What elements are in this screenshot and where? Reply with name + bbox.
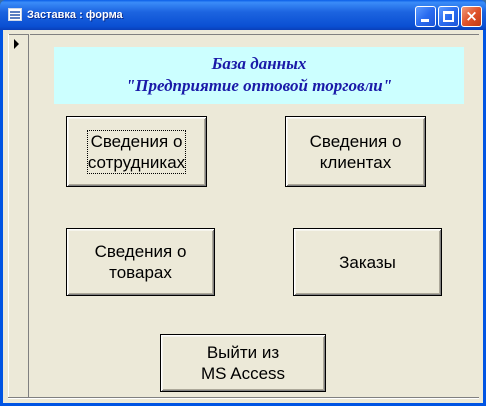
form-detail-section: База данных "Предприятие оптовой торговл… bbox=[30, 34, 479, 399]
close-icon: × bbox=[465, 7, 478, 25]
window-title: Заставка : форма bbox=[27, 9, 123, 21]
goods-button-label: Сведения о товарах bbox=[94, 242, 187, 282]
goods-button[interactable]: Сведения о товарах bbox=[66, 228, 215, 296]
orders-button[interactable]: Заказы bbox=[293, 228, 442, 296]
employees-button[interactable]: Сведения о сотрудниках bbox=[66, 116, 207, 187]
record-selector[interactable] bbox=[8, 34, 29, 399]
orders-button-label: Заказы bbox=[339, 252, 396, 272]
maximize-icon bbox=[443, 11, 454, 22]
form-client-area: База данных "Предприятие оптовой торговл… bbox=[3, 30, 483, 403]
header-title-line1: База данных bbox=[211, 54, 307, 73]
exit-access-button[interactable]: Выйти из MS Access bbox=[160, 334, 326, 392]
maximize-button[interactable] bbox=[438, 6, 459, 27]
employees-button-label: Сведения о сотрудниках bbox=[86, 129, 187, 174]
header-title-line2: "Предприятие оптовой торговли" bbox=[125, 76, 393, 95]
record-selector-divider bbox=[9, 34, 29, 35]
form-bottom-border bbox=[8, 397, 479, 399]
access-form-window: Заставка : форма × База данных "Предприя… bbox=[0, 0, 486, 406]
clients-button[interactable]: Сведения о клиентах bbox=[285, 116, 426, 187]
record-pointer-icon bbox=[14, 39, 19, 49]
close-button[interactable]: × bbox=[461, 6, 482, 27]
minimize-icon bbox=[421, 19, 429, 22]
clients-button-label: Сведения о клиентах bbox=[309, 131, 402, 172]
form-icon[interactable] bbox=[8, 8, 22, 21]
exit-access-button-label: Выйти из MS Access bbox=[200, 343, 286, 383]
header-panel: База данных "Предприятие оптовой торговл… bbox=[54, 47, 464, 104]
title-bar[interactable]: Заставка : форма × bbox=[0, 0, 486, 30]
minimize-button[interactable] bbox=[415, 6, 436, 27]
